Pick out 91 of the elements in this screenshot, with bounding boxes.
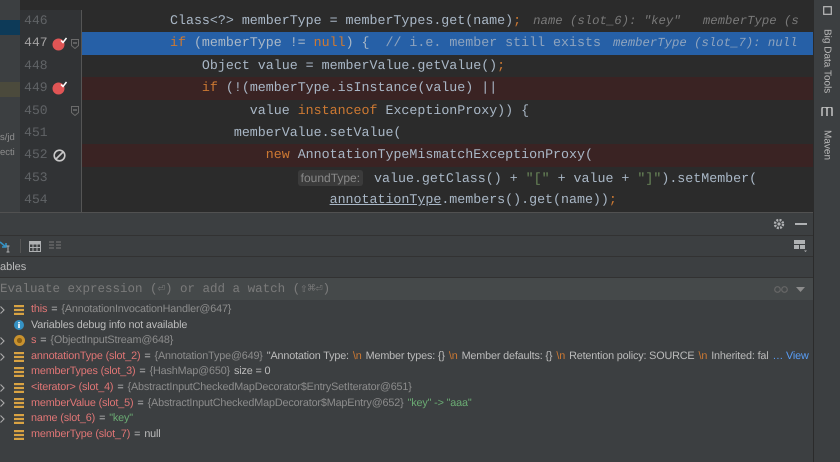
database-icon[interactable] — [822, 6, 832, 15]
field-icon — [14, 304, 24, 315]
step-into-icon[interactable] — [0, 240, 12, 252]
equals-sign: = — [51, 302, 58, 317]
code-text: ) { — [346, 35, 371, 50]
field-icon — [14, 414, 24, 424]
field-icon — [14, 382, 24, 393]
equals-sign: = — [117, 380, 124, 395]
variable-name: memberType (slot_7) — [31, 426, 130, 442]
variable-name: name (slot_6) — [31, 411, 96, 426]
tool-window-tab[interactable]: Maven — [820, 130, 834, 160]
value-text: Member defaults: {} — [462, 348, 552, 364]
breakpoint-icon[interactable] — [52, 81, 67, 96]
parameter-hint: foundType: — [298, 170, 364, 186]
value-text: Member types: {} — [366, 348, 445, 364]
inline-value-hint: name (slot_6): "key" memberType (s — [533, 14, 799, 28]
equals-sign: = — [139, 364, 146, 380]
code-text: + value + — [558, 170, 630, 186]
field-icon — [14, 352, 24, 362]
variable-name: <iterator> (slot_4) — [31, 380, 114, 395]
inline-value-hint: memberType (slot_7): null — [612, 36, 798, 50]
object-reference: {AnnotationType@649} — [154, 348, 263, 364]
code-text: // i.e. member still exists — [385, 35, 601, 50]
code-text: "[" — [526, 170, 550, 186]
code-line: annotationType.members().get(name)); — [328, 191, 618, 210]
code-text: null — [314, 35, 346, 50]
variable-name: memberValue (slot_5) — [31, 396, 134, 411]
code-line: Object value = memberValue.getValue(); — [200, 56, 506, 75]
restore-layout-icon[interactable] — [794, 240, 807, 252]
value-text: "Annotation Type: — [266, 348, 349, 364]
object-reference: {AbstractInputCheckedMapDecorator$EntrySetIterator@651} — [128, 380, 412, 395]
code-text: (memberType != — [194, 35, 307, 50]
expand-chevron-icon[interactable] — [0, 336, 5, 345]
code-text: Class<?> memberType = memberTypes.get(name) — [170, 13, 514, 28]
row-highlight — [0, 82, 20, 97]
table-icon[interactable] — [29, 240, 41, 252]
code-text: ; — [513, 13, 522, 28]
escape-sequence: \n — [698, 348, 708, 364]
info-icon — [14, 320, 24, 330]
equals-sign: = — [144, 348, 151, 364]
variables-tab[interactable]: ables — [0, 261, 26, 273]
value-text: size = 0 — [234, 364, 270, 380]
object-reference: {AnnotationInvocationHandler@647} — [61, 302, 232, 317]
object-reference: {HashMap@650} — [150, 364, 230, 380]
expand-chevron-icon[interactable] — [0, 384, 5, 392]
field-icon — [14, 398, 24, 408]
fold-icon[interactable] — [71, 38, 80, 49]
field-icon — [14, 367, 24, 378]
line-number: 447 — [23, 34, 48, 52]
maven-icon[interactable] — [821, 107, 833, 116]
muted-breakpoint-icon[interactable] — [52, 149, 66, 162]
code-text: value.getClass() + — [374, 170, 519, 186]
equals-sign: = — [137, 396, 144, 411]
view-link[interactable]: … View — [772, 348, 809, 364]
breakpoint-icon[interactable] — [52, 36, 67, 51]
info-message: Variables debug info not available — [31, 318, 188, 333]
parameter-icon — [14, 335, 25, 346]
variable-name: annotationType (slot_2) — [31, 348, 140, 364]
escape-sequence: \n — [556, 348, 566, 364]
variable-name: s — [31, 333, 36, 348]
string-value: "key" -> "aaa" — [408, 396, 472, 411]
equals-sign: = — [134, 426, 140, 442]
escape-sequence: \n — [352, 348, 362, 364]
tree-item-label[interactable]: s/jd — [0, 130, 20, 145]
dropdown-caret-icon[interactable] — [796, 286, 805, 292]
expand-chevron-icon[interactable] — [0, 306, 5, 314]
object-reference: {ObjectInputStream@648} — [50, 333, 174, 348]
tree-item-label[interactable]: ecti — [0, 145, 20, 160]
code-line: value instanceof ExceptionProxy)) { — [248, 102, 530, 120]
string-value: "key" — [109, 411, 133, 426]
field-icon — [14, 430, 24, 440]
tool-window-tab[interactable]: Big Data Tools — [820, 29, 834, 94]
value-text: null — [144, 426, 161, 442]
code-text: if — [170, 35, 186, 50]
code-text: ).setMember( — [661, 170, 758, 186]
variable-name: memberTypes (slot_3) — [31, 364, 136, 380]
value-text: Inherited: fal — [711, 348, 769, 364]
fold-icon[interactable] — [71, 106, 80, 116]
variable-name: this — [31, 302, 48, 317]
expand-chevron-icon[interactable] — [0, 399, 5, 408]
code-text: "]" — [637, 170, 662, 186]
escape-sequence: \n — [448, 348, 458, 364]
equals-sign: = — [40, 333, 46, 348]
object-reference: {AbstractInputCheckedMapDecorator$MapEntry@652} — [148, 396, 404, 411]
expand-chevron-icon[interactable] — [0, 352, 5, 361]
selected-row-highlight — [0, 20, 20, 35]
code-line: memberValue.setValue( — [232, 124, 402, 142]
value-text: Retention policy: SOURCE — [569, 348, 694, 364]
settings-icon[interactable] — [773, 218, 785, 230]
equals-sign: = — [99, 411, 106, 426]
expand-chevron-icon[interactable] — [0, 414, 5, 423]
